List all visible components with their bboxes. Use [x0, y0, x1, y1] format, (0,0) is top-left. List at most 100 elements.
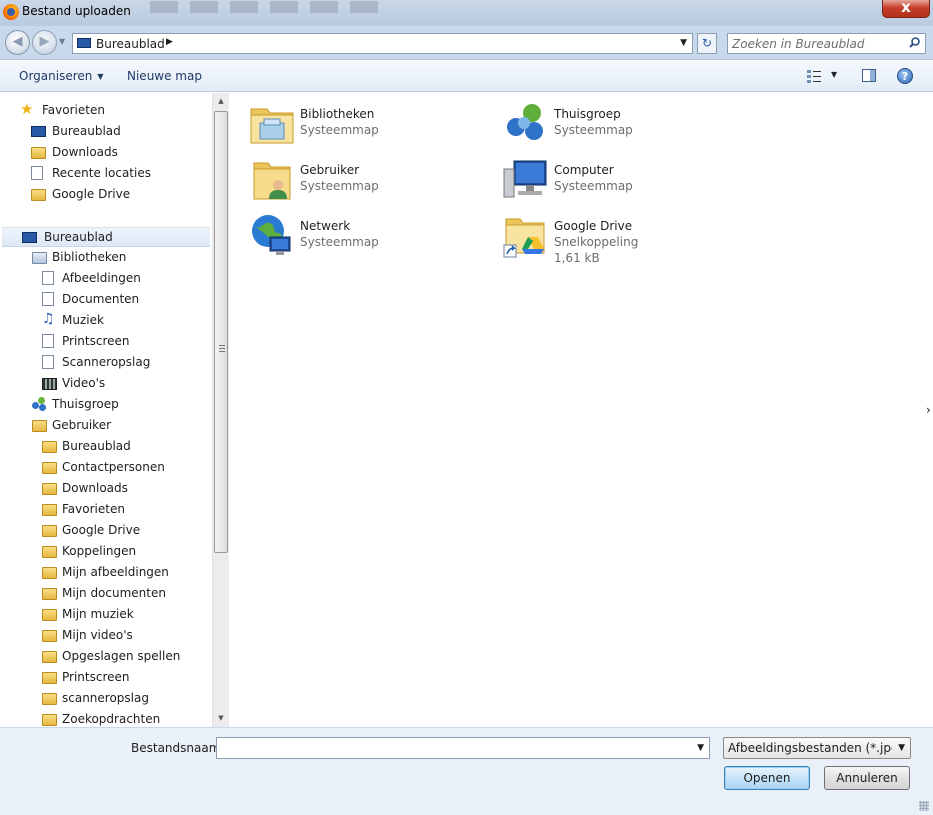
nav-item-muziek[interactable]: ♫ Muziek	[0, 311, 210, 331]
videos-icon	[42, 378, 57, 390]
window-title: Bestand uploaden	[22, 4, 131, 18]
nav-item-favorieten[interactable]: Favorieten	[0, 500, 210, 520]
nav-item-opgeslagen-spellen[interactable]: Opgeslagen spellen	[0, 647, 210, 667]
search-input[interactable]	[732, 36, 902, 51]
nav-item-scanneropslag[interactable]: Scanneropslag	[0, 353, 210, 373]
nav-item-koppelingen[interactable]: Koppelingen	[0, 542, 210, 562]
desktop-icon	[22, 232, 37, 243]
nav-item-label: Recente locaties	[52, 166, 151, 180]
nav-item-scanneropslag[interactable]: scanneropslag	[0, 689, 210, 709]
file-item-google-drive[interactable]: Google Drive Snelkoppeling 1,61 kB	[502, 211, 742, 265]
dialog-footer: Bestandsnaam: ▼ Afbeeldingsbestanden (*.…	[0, 727, 933, 815]
nav-item-label: Google Drive	[62, 523, 141, 537]
nav-item-label: Muziek	[62, 313, 104, 327]
navigation-scrollbar[interactable]: ▲ ▼	[212, 93, 229, 727]
refresh-button[interactable]: ↻	[697, 33, 717, 54]
nav-item-mijn-video-s[interactable]: Mijn video's	[0, 626, 210, 646]
search-icon[interactable]	[909, 37, 920, 48]
breadcrumb[interactable]: Bureaublad	[96, 37, 165, 51]
preview-pane-button[interactable]	[862, 69, 876, 82]
search-box[interactable]	[727, 33, 926, 54]
nav-item-label: Contactpersonen	[62, 460, 165, 474]
nav-item-label: Printscreen	[62, 334, 130, 348]
scroll-thumb[interactable]	[214, 111, 228, 553]
open-button[interactable]: Openen	[724, 766, 810, 790]
address-row: ◀ ▶ ▼ Bureaublad ▶ ▼ ↻	[0, 26, 933, 60]
folder-icon	[42, 630, 57, 642]
back-button[interactable]: ◀	[5, 30, 30, 55]
filename-dropdown-icon[interactable]: ▼	[697, 743, 704, 753]
nav-item-mijn-afbeeldingen[interactable]: Mijn afbeeldingen	[0, 563, 210, 583]
background-menu-blur	[150, 1, 380, 13]
breadcrumb-chevron-icon[interactable]: ▶	[166, 37, 173, 47]
file-type-value: Afbeeldingsbestanden (*.jpe;*.jpg;*.jpeg…	[728, 741, 892, 755]
star-icon: ★	[20, 100, 34, 118]
libraries-folder-icon	[250, 108, 294, 144]
file-type-dropdown-icon: ▼	[898, 743, 905, 753]
nav-item-label: Printscreen	[62, 670, 130, 684]
nav-item-mijn-muziek[interactable]: Mijn muziek	[0, 605, 210, 625]
nav-item-afbeeldingen[interactable]: Afbeeldingen	[0, 269, 210, 289]
forward-button[interactable]: ▶	[32, 30, 57, 55]
nav-item-label: Video's	[62, 376, 106, 390]
scroll-down-button[interactable]: ▼	[213, 710, 229, 727]
homegroup-icon	[32, 397, 47, 411]
nav-item-label: Mijn video's	[62, 628, 133, 642]
nav-item-downloads[interactable]: Downloads	[0, 479, 210, 499]
close-icon: x	[901, 0, 911, 16]
nav-item-video-s[interactable]: Video's	[0, 374, 210, 394]
nav-item-printscreen[interactable]: Printscreen	[0, 332, 210, 352]
nav-item-printscreen[interactable]: Printscreen	[0, 668, 210, 688]
file-item-bibliotheken[interactable]: Bibliotheken Systeemmap	[248, 99, 488, 151]
google-drive-shortcut-icon	[503, 218, 545, 258]
help-button[interactable]: ?	[897, 68, 913, 84]
scroll-up-button[interactable]: ▲	[213, 93, 229, 110]
file-item-gebruiker[interactable]: Gebruiker Systeemmap	[248, 155, 488, 207]
nav-item-contactpersonen[interactable]: Contactpersonen	[0, 458, 210, 478]
recent-pages-dropdown[interactable]: ▼	[59, 37, 65, 46]
cancel-button[interactable]: Annuleren	[824, 766, 910, 790]
close-button[interactable]: x	[882, 0, 930, 18]
nav-item-thuisgroep[interactable]: Thuisgroep	[0, 395, 210, 415]
address-dropdown-icon[interactable]: ▼	[680, 38, 687, 48]
nav-item-label: Afbeeldingen	[62, 271, 141, 285]
folder-icon	[42, 609, 57, 621]
address-bar[interactable]: Bureaublad ▶ ▼	[72, 33, 693, 54]
file-name: Gebruiker	[300, 163, 360, 177]
folder-icon	[42, 651, 57, 663]
folder-icon	[42, 504, 57, 516]
recent-places-icon	[31, 166, 43, 180]
nav-item-label: Gebruiker	[52, 418, 112, 432]
library-icon	[42, 355, 54, 369]
view-options-dropdown[interactable]: ▼	[831, 70, 837, 79]
nav-item-label: Mijn afbeeldingen	[62, 565, 169, 579]
change-view-icon[interactable]	[806, 69, 822, 83]
nav-item-documenten[interactable]: Documenten	[0, 290, 210, 310]
nav-item-google-drive[interactable]: Google Drive	[0, 521, 210, 541]
filename-combobox[interactable]: ▼	[216, 737, 710, 759]
file-name: Thuisgroep	[554, 107, 621, 121]
back-arrow-icon: ◀	[12, 34, 23, 49]
new-folder-button[interactable]: Nieuwe map	[127, 69, 202, 83]
nav-item-bureaublad[interactable]: Bureaublad	[0, 122, 210, 142]
nav-item-gebruiker[interactable]: Gebruiker	[0, 416, 210, 436]
file-item-computer[interactable]: Computer Systeemmap	[502, 155, 742, 207]
file-item-netwerk[interactable]: Netwerk Systeemmap	[248, 211, 488, 263]
homegroup-icon	[507, 104, 543, 140]
nav-item-bibliotheken[interactable]: Bibliotheken	[0, 248, 210, 268]
nav-item-mijn-documenten[interactable]: Mijn documenten	[0, 584, 210, 604]
filename-input[interactable]	[220, 740, 680, 756]
nav-item-downloads[interactable]: Downloads	[0, 143, 210, 163]
resize-grip-icon[interactable]	[919, 801, 929, 811]
nav-item-bureaublad[interactable]: Bureaublad	[2, 227, 210, 247]
organize-menu[interactable]: Organiseren ▼	[19, 69, 104, 83]
file-type-select[interactable]: Afbeeldingsbestanden (*.jpe;*.jpg;*.jpeg…	[723, 737, 911, 759]
folder-icon	[42, 672, 57, 684]
file-item-thuisgroep[interactable]: Thuisgroep Systeemmap	[502, 99, 742, 151]
folder-icon	[42, 588, 57, 600]
nav-item-bureaublad[interactable]: Bureaublad	[0, 437, 210, 457]
nav-item-google-drive[interactable]: Google Drive	[0, 185, 210, 205]
nav-item-recente-locaties[interactable]: Recente locaties	[0, 164, 210, 184]
chevron-down-icon: ▼	[97, 72, 104, 81]
nav-item-favorieten[interactable]: ★ Favorieten	[0, 101, 210, 121]
